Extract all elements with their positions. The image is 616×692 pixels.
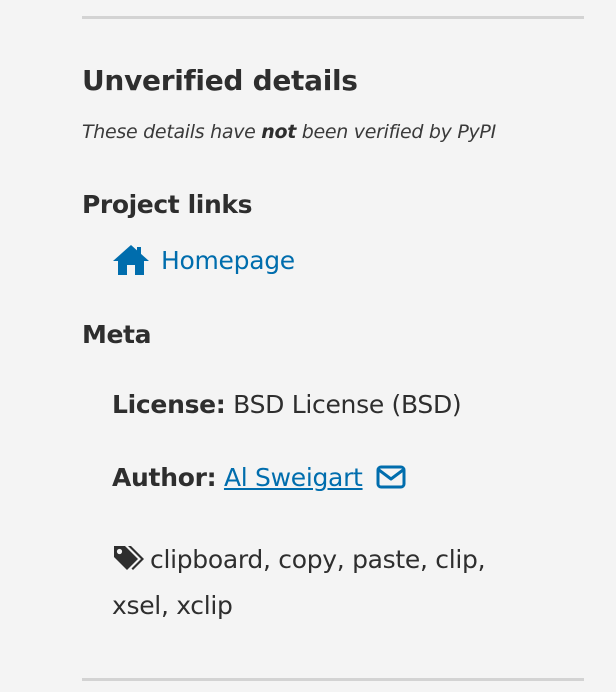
- verification-note: These details have not been verified by …: [82, 121, 496, 143]
- keywords-line-2: xsel, xclip: [112, 591, 233, 620]
- keywords: clipboard, copy, paste, clip, xsel, xcli…: [112, 537, 532, 629]
- home-icon: [112, 244, 150, 276]
- license-label: License:: [112, 390, 226, 419]
- homepage-link[interactable]: Homepage: [112, 244, 295, 276]
- homepage-label: Homepage: [161, 245, 295, 275]
- note-prefix: These details have: [82, 121, 262, 143]
- section-title: Unverified details: [82, 64, 358, 97]
- bottom-divider: [82, 678, 584, 681]
- keywords-line-1: clipboard, copy, paste, clip,: [150, 545, 486, 574]
- note-suffix: been verified by PyPI: [296, 121, 496, 143]
- top-divider: [82, 16, 584, 19]
- tags-icon: [112, 539, 146, 570]
- author-link[interactable]: Al Sweigart: [224, 463, 363, 492]
- license-value: BSD License (BSD): [233, 390, 462, 419]
- author-label: Author:: [112, 463, 217, 492]
- author-row: Author: Al Sweigart: [112, 463, 406, 492]
- meta-title: Meta: [82, 320, 152, 349]
- license-row: License: BSD License (BSD): [112, 390, 462, 419]
- envelope-icon[interactable]: [376, 465, 406, 489]
- project-links-title: Project links: [82, 190, 253, 219]
- note-emphasis: not: [261, 121, 297, 143]
